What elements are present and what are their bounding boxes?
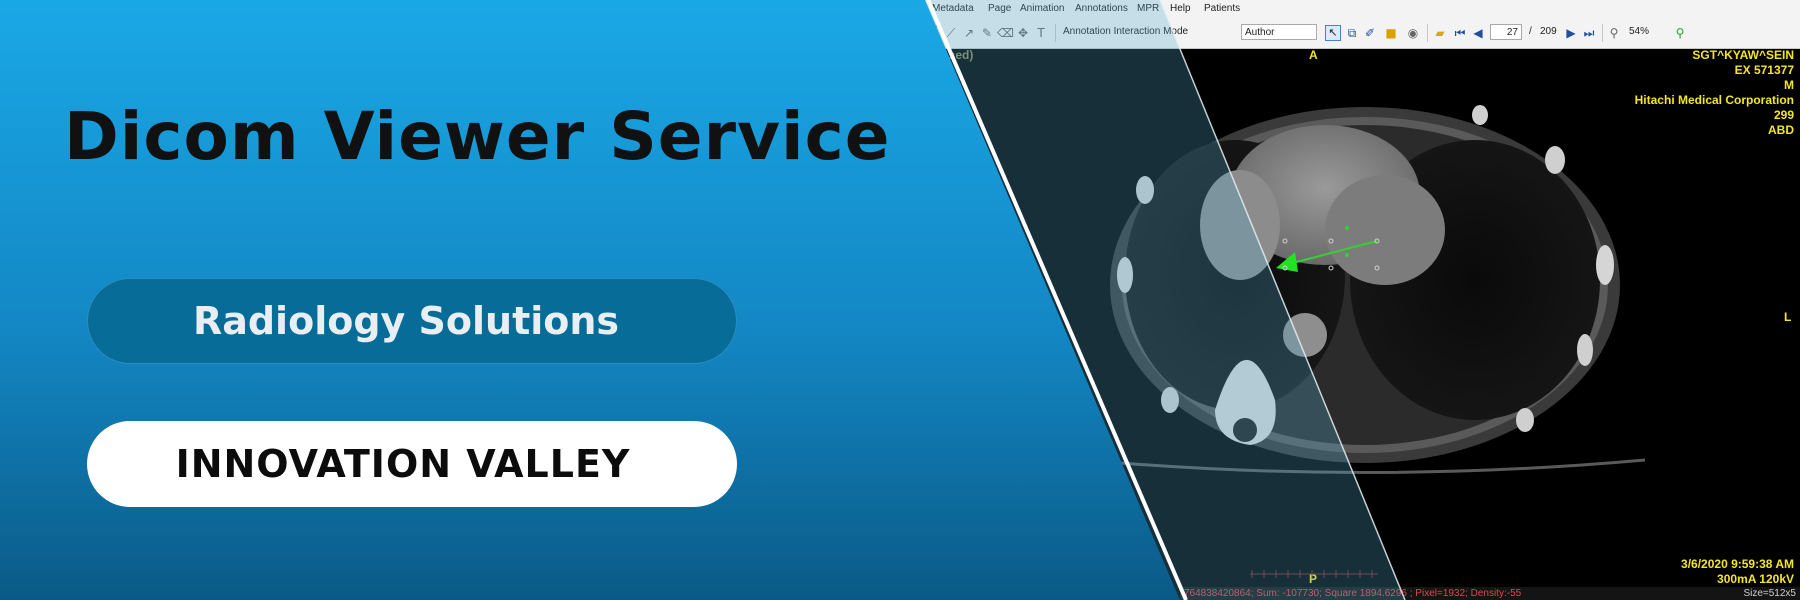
banner-headline: Dicom Viewer Service — [64, 98, 891, 175]
innovation-valley-label: INNOVATION VALLEY — [175, 442, 631, 486]
radiology-solutions-pill: Radiology Solutions — [87, 278, 737, 364]
banner: Dicom Viewer Service Radiology Solutions… — [0, 0, 1800, 600]
radiology-solutions-label: Radiology Solutions — [192, 299, 620, 343]
innovation-valley-pill: INNOVATION VALLEY — [87, 421, 737, 507]
